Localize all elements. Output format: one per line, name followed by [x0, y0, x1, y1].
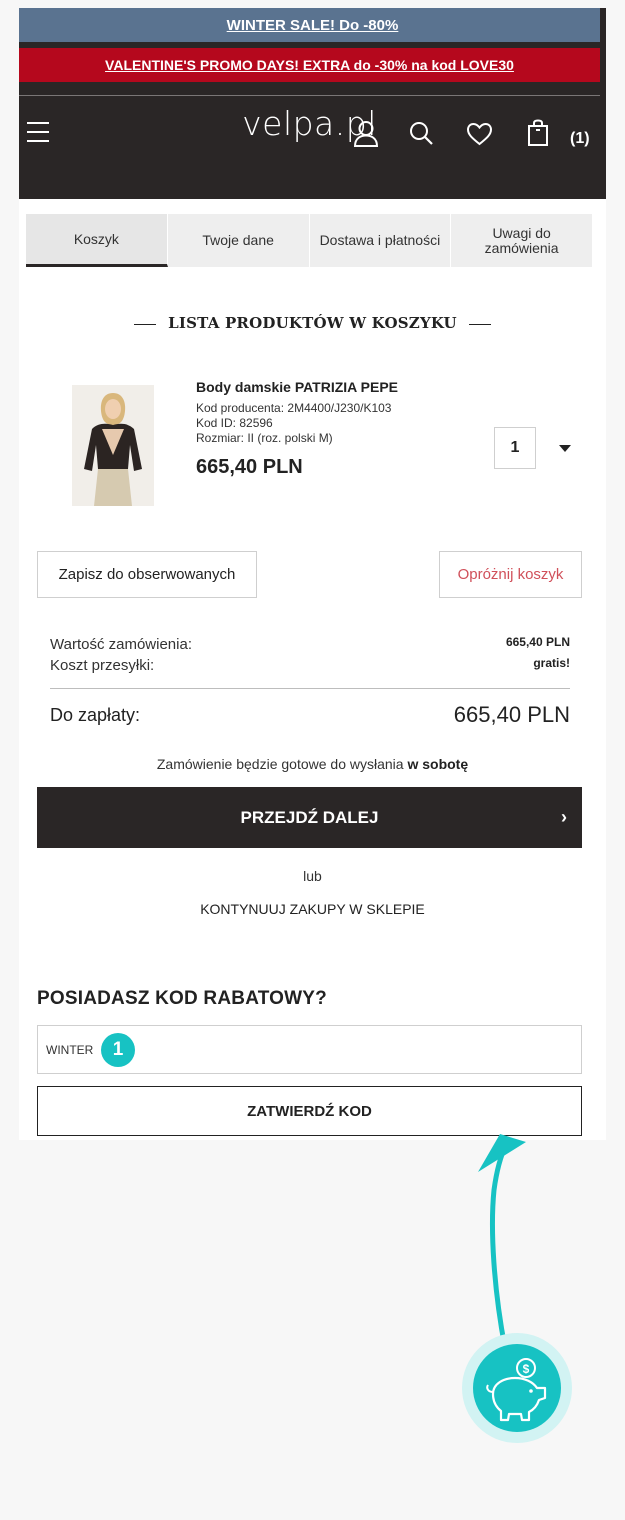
piggy-bank-icon: $ [486, 1358, 547, 1422]
piggy-bank-badge: $ [462, 1333, 572, 1443]
svg-text:$: $ [523, 1362, 530, 1376]
arrow-up-icon [478, 1134, 526, 1351]
piggy-bank-circle: $ [473, 1344, 561, 1432]
